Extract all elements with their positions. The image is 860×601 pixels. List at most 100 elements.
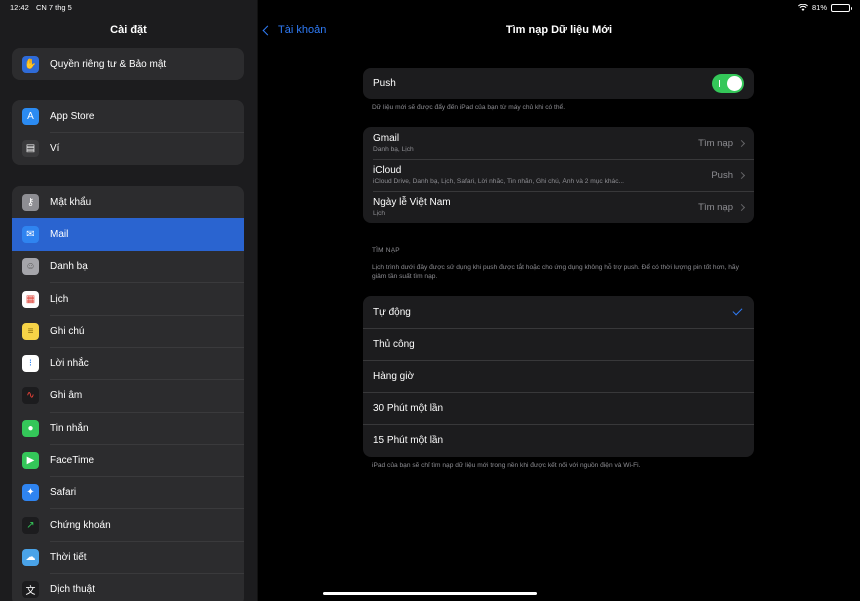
- toggle-on-mark: [719, 80, 720, 87]
- sidebar-item-label: Quyền riêng tư & Bảo mật: [50, 58, 167, 70]
- contacts-icon: ☺: [22, 258, 39, 276]
- home-indicator[interactable]: [323, 592, 537, 595]
- account-row[interactable]: Gmail Danh bạ, Lịch Tìm nạp: [363, 127, 754, 159]
- account-name: Ngày lễ Việt Nam: [373, 197, 451, 208]
- sidebar-item-contacts[interactable]: ☺ Danh bạ: [12, 251, 244, 283]
- settings-sidebar: Cài đặt ✋ Quyền riêng tư & Bảo mật A App S…: [0, 0, 257, 601]
- sidebar-group-store: A App Store ▤ Ví: [12, 100, 244, 165]
- account-detail: iCloud Drive, Danh bạ, Lịch, Safari, Lời…: [373, 178, 624, 185]
- back-button-label: Tài khoản: [278, 24, 327, 36]
- account-text: Gmail Danh bạ, Lịch: [373, 133, 698, 153]
- fetch-option-label: 15 Phút một lần: [373, 434, 444, 446]
- account-name: Gmail: [373, 133, 400, 144]
- push-label: Push: [373, 78, 396, 89]
- sidebar-item-label: Chứng khoán: [50, 519, 111, 531]
- fetch-option[interactable]: Thủ công: [363, 328, 754, 360]
- fetch-option[interactable]: Hàng giờ: [363, 360, 754, 392]
- sidebar-item-label: Ghi âm: [50, 390, 83, 402]
- sidebar-item-label: Lời nhắc: [50, 358, 89, 370]
- stocks-icon: ↗: [22, 516, 39, 534]
- messages-icon: ●: [22, 419, 39, 437]
- sidebar-item-facetime[interactable]: ▶ FaceTime: [12, 444, 244, 477]
- sidebar-group-apps: ⚷ Mật khẩu ✉ Mail ☺ Danh bạ ▦ Lịch ≡ Ghi chú ⁝ Lời …: [12, 186, 244, 601]
- sidebar-group-privacy: ✋ Quyền riêng tư & Bảo mật: [12, 48, 244, 81]
- safari-icon: ✦: [22, 484, 39, 502]
- fetch-description: Lịch trình dưới đây được sử dụng khi pus…: [372, 264, 739, 280]
- sidebar-item-label: Thời tiết: [50, 551, 87, 563]
- fetch-options-card: Tự động Thủ công Hàng giờ 30 Phút một lần 15…: [363, 296, 754, 457]
- accounts-card: Gmail Danh bạ, Lịch Tìm nạp iCloud iCloud Dr…: [363, 127, 754, 223]
- account-detail: Lịch: [373, 210, 386, 217]
- sidebar-item-key[interactable]: ⚷ Mật khẩu: [12, 186, 244, 219]
- weather-icon: ☁: [22, 548, 39, 566]
- battery-percent: 81%: [811, 3, 827, 12]
- page-title: Tìm nạp Dữ liệu Mới: [505, 24, 613, 36]
- reminders-icon: ⁝: [22, 355, 39, 373]
- account-fetch-value: Push: [711, 169, 733, 181]
- sidebar-item-label: Lịch: [50, 293, 69, 305]
- wifi-icon: [798, 3, 808, 11]
- sidebar-item-stocks[interactable]: ↗ Chứng khoán: [12, 509, 244, 542]
- account-text: iCloud iCloud Drive, Danh bạ, Lịch, Safar…: [373, 165, 711, 185]
- sidebar-item-label: Ghi chú: [50, 325, 85, 337]
- sidebar-item-label: App Store: [50, 110, 95, 122]
- back-button[interactable]: Tài khoản: [262, 24, 327, 36]
- push-row: Push: [363, 68, 754, 99]
- fetch-option-label: Hàng giờ: [373, 370, 415, 382]
- account-text: Ngày lễ Việt Nam Lịch: [373, 197, 698, 217]
- sidebar-item-translate[interactable]: 文 Dịch thuật: [12, 574, 244, 601]
- push-toggle[interactable]: [712, 74, 744, 93]
- chevron-right-icon: [737, 139, 746, 147]
- fetch-option[interactable]: Tự động: [363, 296, 754, 328]
- sidebar-item-messages[interactable]: ● Tin nhắn: [12, 412, 244, 445]
- sidebar-item-wallet[interactable]: ▤ Ví: [12, 132, 244, 164]
- fetch-option-label: 30 Phút một lần: [373, 402, 444, 414]
- sidebar-item-label: Danh bạ: [50, 261, 88, 273]
- app-store-icon: A: [22, 107, 39, 125]
- translate-icon: 文: [22, 581, 39, 599]
- voice-memos-icon: ∿: [22, 387, 39, 405]
- sidebar-item-mail[interactable]: ✉ Mail: [12, 218, 244, 251]
- sidebar-item-safari[interactable]: ✦ Safari: [12, 477, 244, 509]
- toggle-knob: [727, 76, 742, 91]
- wallet-icon: ▤: [22, 139, 39, 157]
- mail-icon: ✉: [22, 225, 39, 243]
- split-divider: [257, 0, 258, 601]
- fetch-option-label: Tự động: [373, 306, 411, 318]
- status-right: 81%: [798, 3, 852, 12]
- account-fetch-value: Tìm nạp: [698, 137, 733, 149]
- status-time: 12:42: [10, 3, 29, 12]
- sidebar-item-hand[interactable]: ✋ Quyền riêng tư & Bảo mật: [12, 48, 244, 80]
- status-date: CN 7 thg 5: [36, 3, 72, 12]
- sidebar-item-voice-memos[interactable]: ∿ Ghi âm: [12, 380, 244, 413]
- sidebar-item-label: Mật khẩu: [50, 196, 92, 208]
- sidebar-item-weather[interactable]: ☁ Thời tiết: [12, 541, 244, 574]
- account-name: iCloud: [373, 165, 402, 176]
- account-fetch-value: Tìm nạp: [698, 201, 733, 213]
- fetch-option[interactable]: 15 Phút một lần: [363, 424, 754, 456]
- sidebar-item-label: Ví: [50, 142, 60, 154]
- sidebar-item-label: Dịch thuật: [50, 584, 96, 596]
- push-note: Dữ liệu mới sẽ được đẩy đến iPad của bạn…: [372, 104, 566, 111]
- sidebar-item-reminders[interactable]: ⁝ Lời nhắc: [12, 347, 244, 380]
- facetime-icon: ▶: [22, 452, 39, 470]
- sidebar-item-app-store[interactable]: A App Store: [12, 100, 244, 133]
- calendar-icon: ▦: [22, 290, 39, 308]
- sidebar-item-label: Mail: [50, 228, 69, 240]
- status-bar: 12:42 CN 7 thg 5 81%: [0, 0, 860, 14]
- checkmark-icon: [732, 305, 743, 316]
- notes-icon: ≡: [22, 322, 39, 340]
- chevron-right-icon: [737, 203, 746, 211]
- sidebar-item-calendar[interactable]: ▦ Lịch: [12, 283, 244, 316]
- fetch-section-header: TÌM NẠP: [372, 247, 400, 254]
- battery-icon: [831, 3, 852, 12]
- account-row[interactable]: Ngày lễ Việt Nam Lịch Tìm nạp: [363, 191, 754, 223]
- sidebar-item-label: Tin nhắn: [50, 422, 89, 434]
- sidebar-item-notes[interactable]: ≡ Ghi chú: [12, 315, 244, 348]
- account-row[interactable]: iCloud iCloud Drive, Danh bạ, Lịch, Safar…: [363, 159, 754, 191]
- chevron-left-icon: [262, 25, 273, 35]
- fetch-option[interactable]: 30 Phút một lần: [363, 392, 754, 424]
- sidebar-title: Cài đặt: [110, 24, 147, 36]
- sidebar-item-label: FaceTime: [50, 455, 95, 467]
- hand-icon: ✋: [22, 55, 39, 73]
